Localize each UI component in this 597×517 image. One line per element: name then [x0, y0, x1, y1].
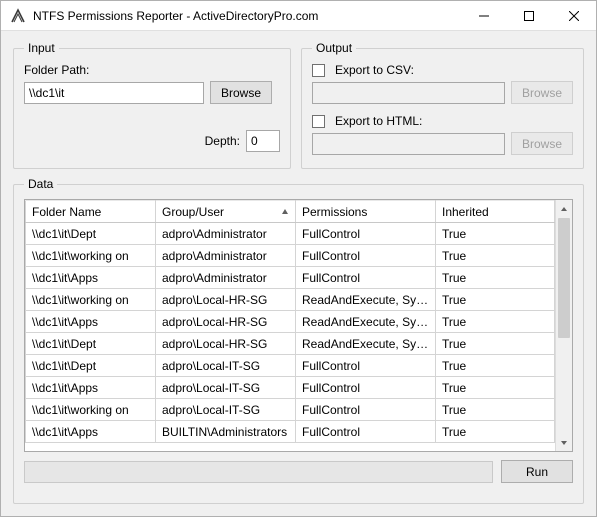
scrollbar-thumb[interactable]: [558, 218, 570, 338]
table-row[interactable]: \\dc1\it\Deptadpro\AdministratorFullCont…: [26, 223, 555, 245]
close-button[interactable]: [551, 1, 596, 30]
bottom-row: Run: [24, 460, 573, 483]
data-table: Folder Name Group/User Permissions Inher…: [25, 200, 555, 443]
cell-folder: \\dc1\it\working on: [26, 245, 156, 267]
cell-folder: \\dc1\it\Dept: [26, 355, 156, 377]
cell-inherited: True: [436, 311, 555, 333]
data-group: Data Folder Name: [13, 177, 584, 504]
table-row[interactable]: \\dc1\it\AppsBUILTIN\AdministratorsFullC…: [26, 421, 555, 443]
app-logo-icon: [9, 7, 27, 25]
window-controls: [461, 1, 596, 30]
maximize-button[interactable]: [506, 1, 551, 30]
cell-inherited: True: [436, 245, 555, 267]
table-row[interactable]: \\dc1\it\Appsadpro\AdministratorFullCont…: [26, 267, 555, 289]
cell-inherited: True: [436, 421, 555, 443]
depth-input[interactable]: [246, 130, 280, 152]
browse-input-button[interactable]: Browse: [210, 81, 272, 104]
minimize-button[interactable]: [461, 1, 506, 30]
cell-group_user: adpro\Local-HR-SG: [156, 333, 296, 355]
cell-permissions: FullControl: [296, 355, 436, 377]
cell-folder: \\dc1\it\working on: [26, 399, 156, 421]
cell-inherited: True: [436, 377, 555, 399]
cell-group_user: adpro\Local-IT-SG: [156, 355, 296, 377]
table-row[interactable]: \\dc1\it\working onadpro\Local-HR-SGRead…: [26, 289, 555, 311]
cell-inherited: True: [436, 223, 555, 245]
col-inherited[interactable]: Inherited: [436, 201, 555, 223]
app-window: NTFS Permissions Reporter - ActiveDirect…: [0, 0, 597, 517]
vertical-scrollbar[interactable]: [555, 200, 572, 451]
titlebar: NTFS Permissions Reporter - ActiveDirect…: [1, 1, 596, 31]
cell-folder: \\dc1\it\Apps: [26, 267, 156, 289]
cell-folder: \\dc1\it\Apps: [26, 311, 156, 333]
cell-permissions: ReadAndExecute, Syn...: [296, 289, 436, 311]
export-csv-checkbox[interactable]: [312, 64, 325, 77]
browse-csv-button: Browse: [511, 81, 573, 104]
table-row[interactable]: \\dc1\it\Deptadpro\Local-IT-SGFullContro…: [26, 355, 555, 377]
cell-inherited: True: [436, 267, 555, 289]
cell-group_user: BUILTIN\Administrators: [156, 421, 296, 443]
folder-path-label: Folder Path:: [24, 63, 280, 77]
browse-html-button: Browse: [511, 132, 573, 155]
cell-folder: \\dc1\it\Apps: [26, 377, 156, 399]
folder-path-input[interactable]: [24, 82, 204, 104]
cell-group_user: adpro\Administrator: [156, 267, 296, 289]
scroll-up-icon[interactable]: [556, 200, 572, 217]
cell-folder: \\dc1\it\Dept: [26, 223, 156, 245]
cell-group_user: adpro\Administrator: [156, 245, 296, 267]
table-header-row: Folder Name Group/User Permissions Inher…: [26, 201, 555, 223]
cell-permissions: ReadAndExecute, Syn...: [296, 311, 436, 333]
cell-permissions: ReadAndExecute, Syn...: [296, 333, 436, 355]
cell-group_user: adpro\Administrator: [156, 223, 296, 245]
run-button[interactable]: Run: [501, 460, 573, 483]
cell-inherited: True: [436, 355, 555, 377]
top-row: Input Folder Path: Browse Depth: Output …: [13, 41, 584, 169]
cell-inherited: True: [436, 289, 555, 311]
cell-permissions: FullControl: [296, 267, 436, 289]
table-row[interactable]: \\dc1\it\working onadpro\Local-IT-SGFull…: [26, 399, 555, 421]
cell-group_user: adpro\Local-HR-SG: [156, 289, 296, 311]
input-group: Input Folder Path: Browse Depth:: [13, 41, 291, 169]
table-row[interactable]: \\dc1\it\Appsadpro\Local-HR-SGReadAndExe…: [26, 311, 555, 333]
col-folder-name[interactable]: Folder Name: [26, 201, 156, 223]
csv-path-input: [312, 82, 505, 104]
window-title: NTFS Permissions Reporter - ActiveDirect…: [33, 9, 461, 23]
cell-folder: \\dc1\it\working on: [26, 289, 156, 311]
depth-label: Depth:: [205, 134, 240, 148]
cell-inherited: True: [436, 399, 555, 421]
input-legend: Input: [24, 41, 59, 55]
cell-group_user: adpro\Local-IT-SG: [156, 399, 296, 421]
cell-permissions: FullControl: [296, 399, 436, 421]
cell-permissions: FullControl: [296, 223, 436, 245]
table-row[interactable]: \\dc1\it\working onadpro\AdministratorFu…: [26, 245, 555, 267]
cell-inherited: True: [436, 333, 555, 355]
content-area: Input Folder Path: Browse Depth: Output …: [1, 31, 596, 516]
col-group-user-label: Group/User: [162, 205, 224, 219]
scroll-down-icon[interactable]: [556, 434, 572, 451]
cell-permissions: FullControl: [296, 421, 436, 443]
export-csv-label: Export to CSV:: [335, 63, 414, 77]
html-path-input: [312, 133, 505, 155]
cell-permissions: FullControl: [296, 245, 436, 267]
col-permissions[interactable]: Permissions: [296, 201, 436, 223]
export-html-checkbox[interactable]: [312, 115, 325, 128]
table-row[interactable]: \\dc1\it\Deptadpro\Local-HR-SGReadAndExe…: [26, 333, 555, 355]
cell-folder: \\dc1\it\Apps: [26, 421, 156, 443]
table-row[interactable]: \\dc1\it\Appsadpro\Local-IT-SGFullContro…: [26, 377, 555, 399]
sort-asc-icon: [281, 205, 289, 219]
export-html-label: Export to HTML:: [335, 114, 422, 128]
cell-folder: \\dc1\it\Dept: [26, 333, 156, 355]
cell-permissions: FullControl: [296, 377, 436, 399]
progress-bar: [24, 461, 493, 483]
data-legend: Data: [24, 177, 57, 191]
output-group: Output Export to CSV: Browse Export to H…: [301, 41, 584, 169]
output-legend: Output: [312, 41, 356, 55]
cell-group_user: adpro\Local-IT-SG: [156, 377, 296, 399]
cell-group_user: adpro\Local-HR-SG: [156, 311, 296, 333]
col-group-user[interactable]: Group/User: [156, 201, 296, 223]
data-table-container: Folder Name Group/User Permissions Inher…: [24, 199, 573, 452]
